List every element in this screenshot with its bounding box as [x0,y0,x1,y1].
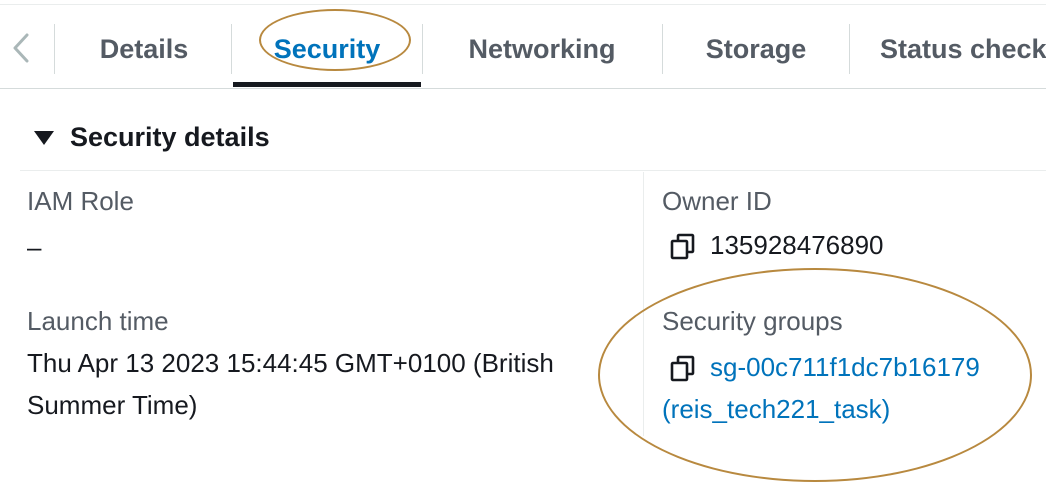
section-title: Security details [70,122,270,152]
iam-role-label: IAM Role [27,186,134,216]
launch-time-value: Thu Apr 13 2023 15:44:45 GMT+0100 (Briti… [27,342,554,426]
tab-storage[interactable]: Storage [663,24,849,74]
tab-separator [54,24,55,74]
copy-icon[interactable] [670,231,696,260]
owner-id-label: Owner ID [662,186,772,216]
iam-role-value: – [27,232,42,262]
section-divider [20,170,1046,171]
column-divider [643,172,644,436]
tab-networking[interactable]: Networking [423,24,661,74]
launch-time-label: Launch time [27,306,169,336]
tab-bar: Details Security Networking Storage Stat… [0,4,1046,88]
owner-id-value-row: 135928476890 [670,224,884,266]
security-groups-label: Security groups [662,306,843,336]
tab-security[interactable]: Security [233,24,421,74]
tab-separator [849,24,850,74]
caret-down-icon [34,130,54,145]
security-group-row: sg-00c711f1dc7b16179 [670,346,980,388]
chevron-left-icon [13,33,29,63]
active-tab-indicator [233,82,421,87]
tab-status-checks[interactable]: Status check [880,24,1046,74]
copy-icon[interactable] [670,353,696,382]
tab-bar-divider [0,88,1046,89]
scroll-left-button[interactable] [6,24,36,72]
launch-time-line-1: Thu Apr 13 2023 15:44:45 GMT+0100 (Briti… [27,348,554,378]
owner-id-value: 135928476890 [710,230,884,260]
security-group-link[interactable]: sg-00c711f1dc7b16179 [710,346,980,388]
security-group-name-link[interactable]: (reis_tech221_task) [662,388,890,430]
launch-time-line-2: Summer Time) [27,390,198,420]
tab-details[interactable]: Details [56,24,232,74]
security-details-header[interactable]: Security details [32,122,270,153]
tab-separator [231,24,232,74]
